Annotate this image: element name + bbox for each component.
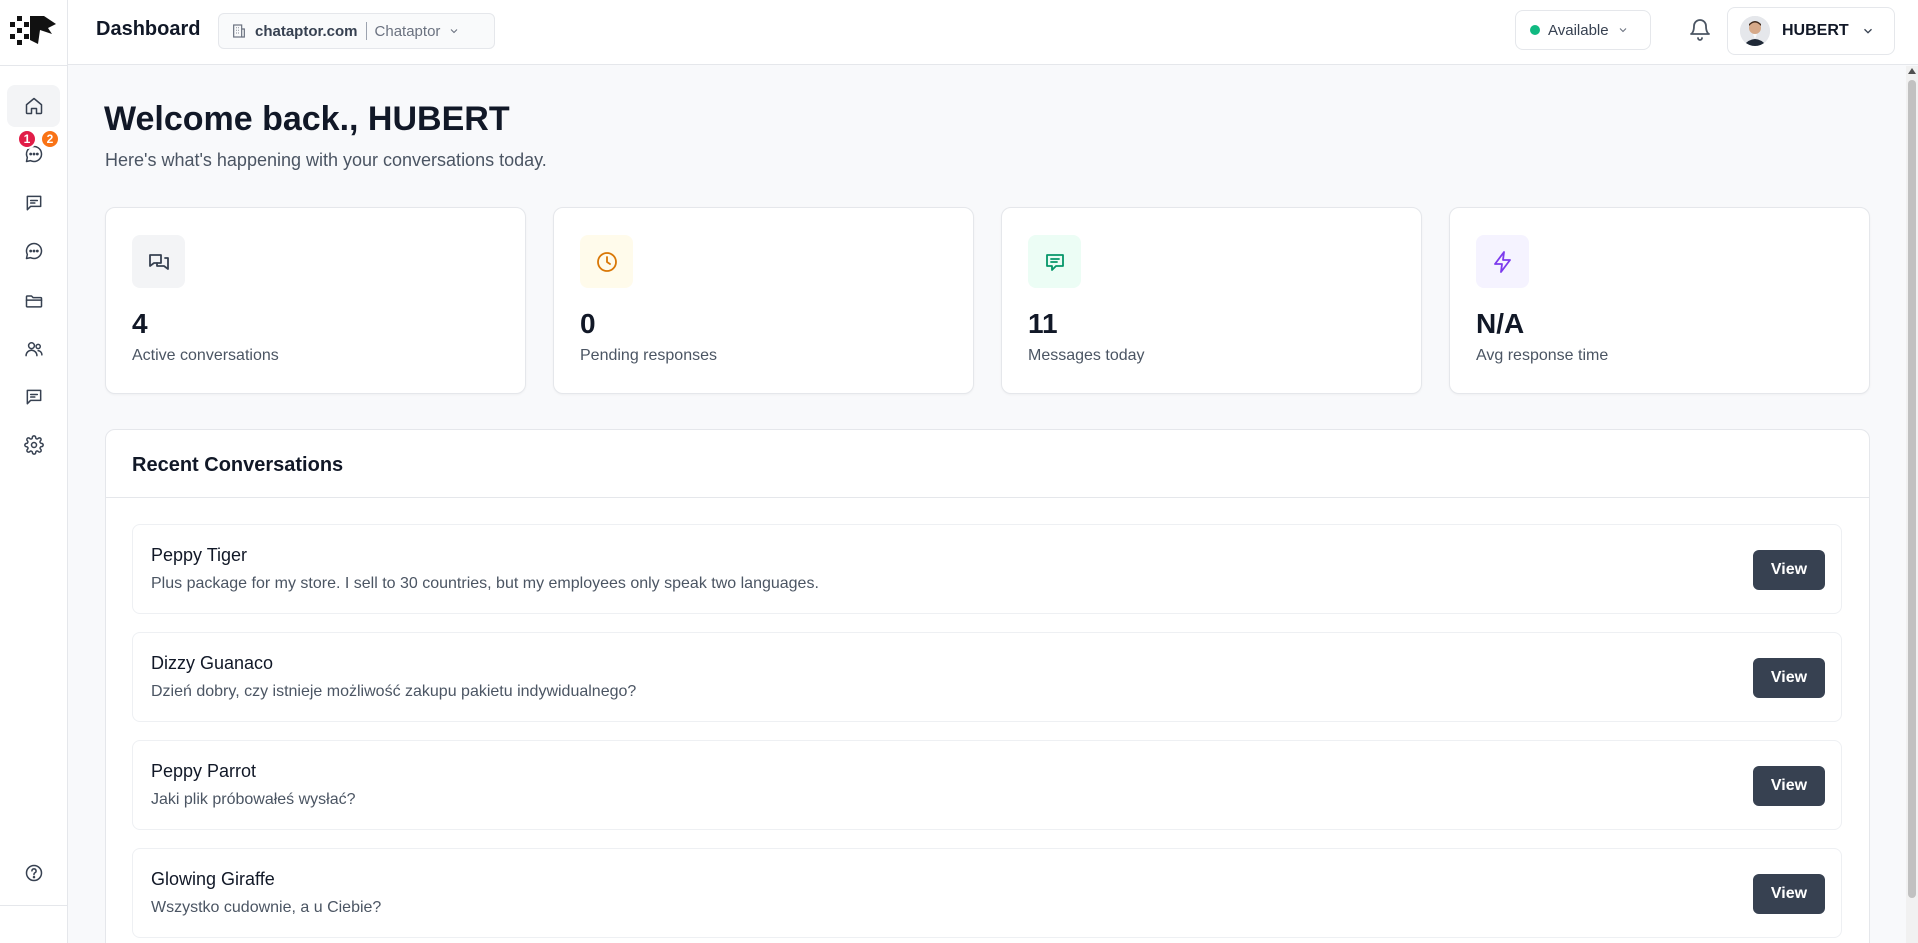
building-icon xyxy=(233,24,245,38)
chats-icon xyxy=(148,253,169,270)
sidebar-item-help[interactable] xyxy=(7,852,60,894)
workspace-selector[interactable]: chataptor.com Chataptor xyxy=(218,13,495,49)
conversation-name: Peppy Parrot xyxy=(151,761,257,781)
list-item[interactable]: Peppy Parrot Jaki plik próbowałeś wysłać… xyxy=(132,740,1842,830)
sidebar: 1 2 xyxy=(0,0,68,943)
stat-icon-box xyxy=(1028,235,1081,288)
status-selector[interactable]: Available xyxy=(1515,10,1651,50)
stat-card-active: 4 Active conversations xyxy=(105,207,526,394)
view-button[interactable]: View xyxy=(1753,874,1825,914)
stat-label: Messages today xyxy=(1028,347,1145,364)
conversation-preview: Wszystko cudownie, a u Ciebie? xyxy=(151,899,382,916)
message-square-icon xyxy=(26,195,41,211)
list-item[interactable]: Dizzy Guanaco Dzień dobry, czy istnieje … xyxy=(132,632,1842,722)
home-icon xyxy=(25,97,42,115)
message-icon xyxy=(1045,253,1064,271)
sidebar-item-chats[interactable] xyxy=(7,230,60,272)
welcome-subtitle: Here's what's happening with your conver… xyxy=(105,150,547,170)
page-title: Dashboard xyxy=(96,18,201,40)
stat-label: Active conversations xyxy=(132,347,279,364)
panel-divider xyxy=(106,497,1869,498)
sidebar-item-inbox[interactable]: 1 2 xyxy=(7,129,60,175)
conversation-name: Dizzy Guanaco xyxy=(151,653,274,673)
chevron-down-icon xyxy=(451,29,458,34)
chat-circle-icon xyxy=(25,242,42,260)
bell-icon[interactable] xyxy=(1688,18,1712,42)
sidebar-item-team[interactable] xyxy=(7,328,60,370)
user-name: HUBERT xyxy=(1782,22,1849,39)
message-square-icon xyxy=(26,389,41,405)
sidebar-item-feedback[interactable] xyxy=(7,376,60,418)
folder-icon xyxy=(25,295,42,308)
stat-label: Avg response time xyxy=(1476,347,1609,364)
unread-badge: 1 xyxy=(17,129,37,149)
stat-value: 11 xyxy=(1028,308,1058,339)
help-icon xyxy=(25,864,42,882)
stat-card-messages: 11 Messages today xyxy=(1001,207,1422,394)
status-label: Available xyxy=(1548,21,1609,39)
workspace-org: Chataptor xyxy=(374,22,441,40)
chevron-down-icon xyxy=(1863,28,1872,34)
recent-conversations-title: Recent Conversations xyxy=(132,454,344,476)
sidebar-item-messages[interactable] xyxy=(7,182,60,224)
list-item[interactable]: Glowing Giraffe Wszystko cudownie, a u C… xyxy=(132,848,1842,938)
logo[interactable] xyxy=(10,14,56,48)
stat-value: 4 xyxy=(132,308,148,339)
conversation-name: Glowing Giraffe xyxy=(151,869,275,889)
user-menu[interactable]: HUBERT xyxy=(1727,7,1895,55)
sidebar-divider xyxy=(0,905,68,906)
gear-icon xyxy=(23,435,44,455)
conversation-name: Peppy Tiger xyxy=(151,545,248,565)
scroll-thumb[interactable] xyxy=(1908,80,1916,898)
users-icon xyxy=(24,342,43,357)
conversation-preview: Plus package for my store. I sell to 30 … xyxy=(151,575,819,592)
stat-value: N/A xyxy=(1476,308,1525,339)
workspace-separator xyxy=(365,22,367,40)
sidebar-item-home[interactable] xyxy=(7,85,60,127)
stat-icon-box xyxy=(132,235,185,288)
stat-icon-box xyxy=(580,235,633,288)
view-button[interactable]: View xyxy=(1753,766,1825,806)
welcome-heading: Welcome back., HUBERT xyxy=(104,100,510,138)
sidebar-divider xyxy=(0,65,68,66)
stat-value: 0 xyxy=(580,308,596,339)
list-item[interactable]: Peppy Tiger Plus package for my store. I… xyxy=(132,524,1842,614)
stat-icon-box xyxy=(1476,235,1529,288)
scrollbar[interactable] xyxy=(1906,66,1918,943)
stat-card-response-time: N/A Avg response time xyxy=(1449,207,1870,394)
recent-conversations-panel: Recent Conversations Peppy Tiger Plus pa… xyxy=(105,429,1870,943)
clock-icon xyxy=(596,251,617,272)
stat-label: Pending responses xyxy=(580,347,717,364)
sidebar-item-files[interactable] xyxy=(7,280,60,322)
view-button[interactable]: View xyxy=(1753,550,1825,590)
conversation-preview: Jaki plik próbowałeś wysłać? xyxy=(151,791,356,808)
status-dot xyxy=(1530,25,1540,35)
scroll-up-arrow[interactable] xyxy=(1908,68,1916,74)
avatar xyxy=(1740,16,1770,46)
sidebar-item-settings[interactable] xyxy=(7,424,60,466)
chevron-down-icon xyxy=(1619,28,1626,33)
stat-card-pending: 0 Pending responses xyxy=(553,207,974,394)
view-button[interactable]: View xyxy=(1753,658,1825,698)
lightning-icon xyxy=(1493,250,1511,273)
pending-badge: 2 xyxy=(40,129,60,149)
conversation-preview: Dzień dobry, czy istnieje możliwość zaku… xyxy=(151,683,637,700)
workspace-domain: chataptor.com xyxy=(255,22,358,40)
topbar: Dashboard chataptor.com Chataptor Availa… xyxy=(68,0,1918,65)
